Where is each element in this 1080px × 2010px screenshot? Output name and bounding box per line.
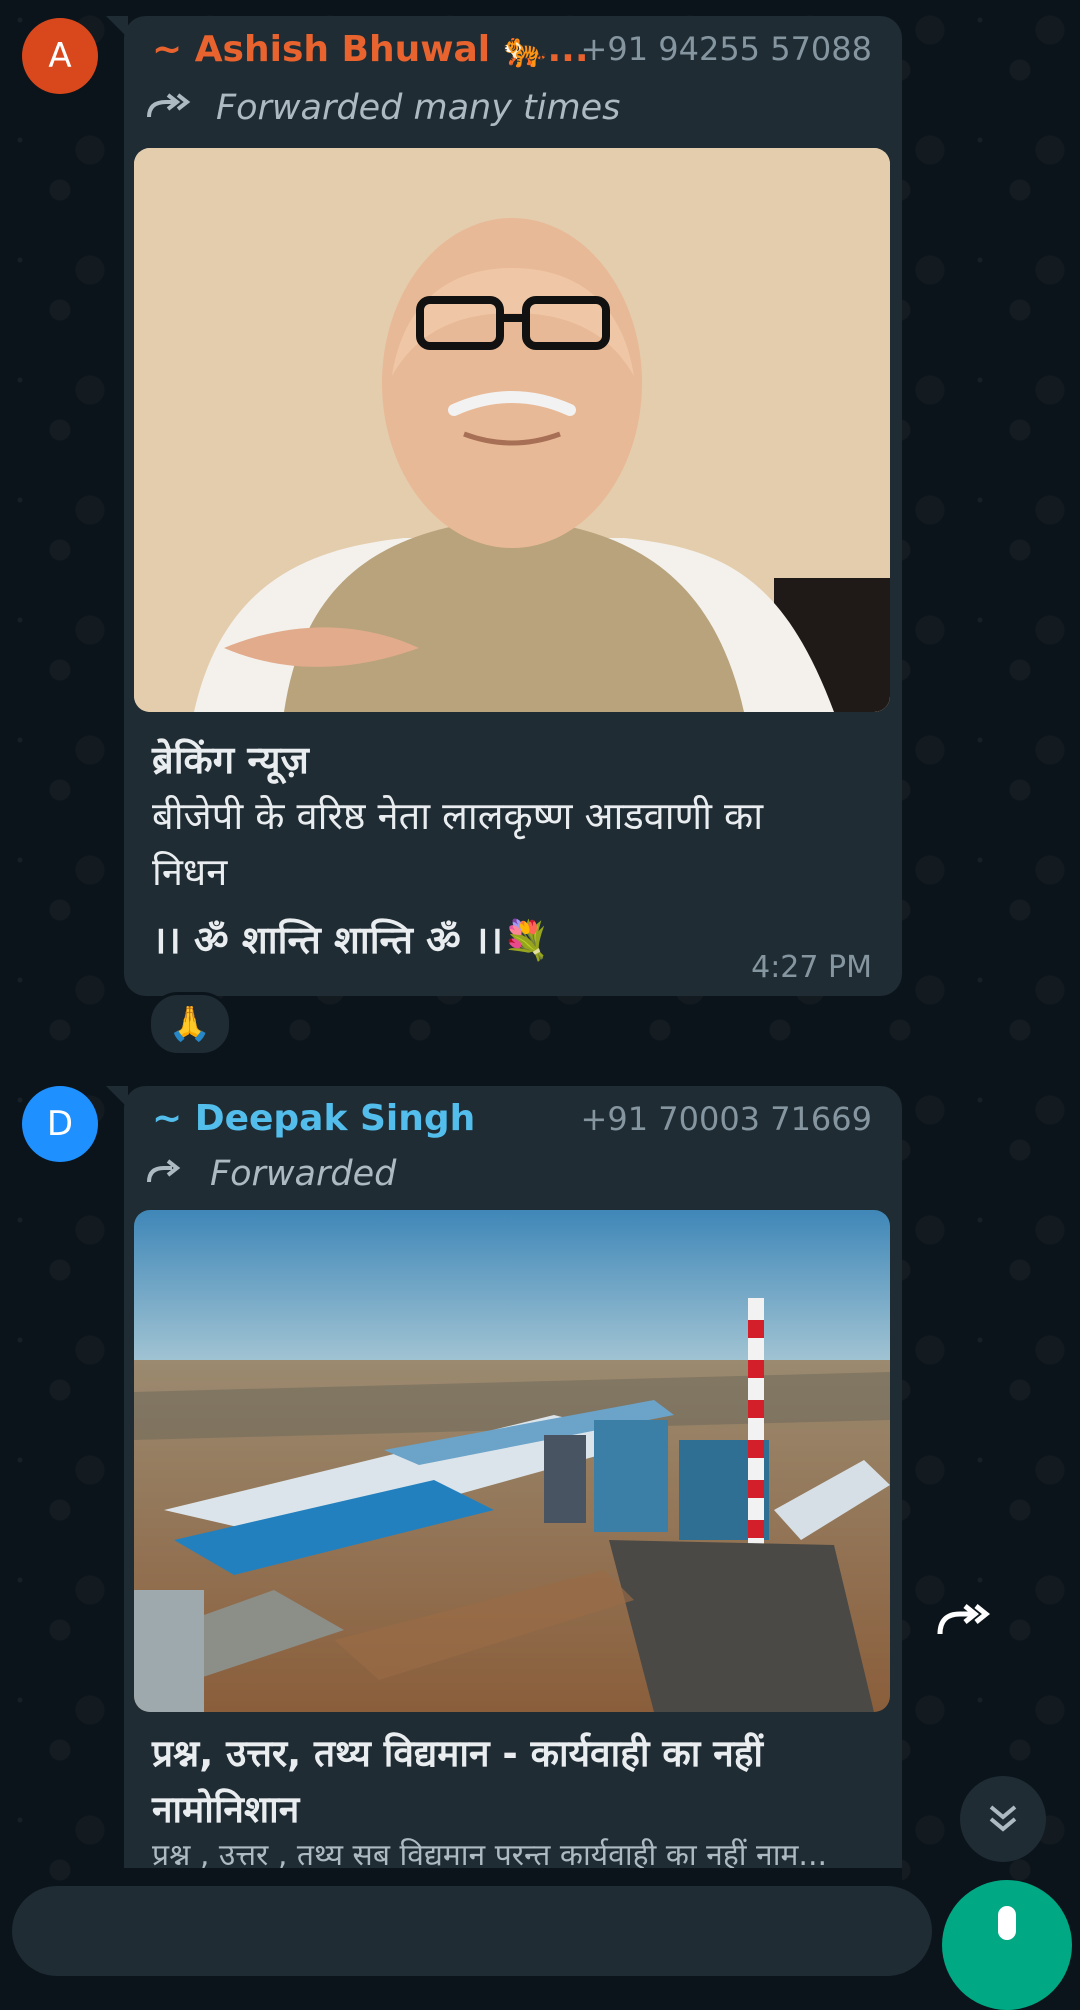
forward-button[interactable] [930, 1586, 1000, 1656]
portrait-photo [134, 148, 890, 712]
forward-icon [937, 1604, 991, 1635]
forwarded-label: Forwarded many times [216, 88, 621, 128]
message-caption: ब्रेकिंग न्यूज़ बीजेपी के वरिष्ठ नेता ला… [152, 732, 872, 968]
caption-line-2: निधन [152, 850, 228, 894]
industrial-plant-image[interactable] [134, 1210, 890, 1712]
double-chevron-down-icon [989, 1805, 1017, 1832]
sender-phone: +91 70003 71669 [580, 1100, 872, 1138]
avatar-letter: A [48, 36, 72, 76]
microphone-button[interactable] [942, 1880, 1072, 2010]
sender-name[interactable]: ~ Ashish Bhuwal 🐅... [152, 28, 589, 70]
reaction-badge[interactable]: 🙏 [148, 992, 232, 1056]
forward-arrow-icon [147, 1159, 181, 1183]
preview-title-line-1: प्रश्न, उत्तर, तथ्य विद्यमान - कार्यवाही… [152, 1732, 763, 1775]
forwarded-label: Forwarded [210, 1154, 397, 1194]
forwarded-indicator: Forwarded [146, 1154, 396, 1194]
link-preview-title: प्रश्न, उत्तर, तथ्य विद्यमान - कार्यवाही… [152, 1726, 872, 1838]
preview-title-line-2: नामोनिशान [152, 1788, 300, 1831]
message-composer[interactable] [12, 1886, 932, 1976]
reaction-emoji: 🙏 [168, 1004, 212, 1044]
portrait-image[interactable] [134, 148, 890, 712]
sender-avatar-deepak[interactable]: D [22, 1086, 98, 1162]
double-forward-arrow-icon [147, 93, 191, 118]
microphone-icon [998, 1906, 1016, 1940]
sender-phone: +91 94255 57088 [580, 30, 872, 68]
message-bubble[interactable]: ~ Deepak Singh +91 70003 71669 Forwarded [106, 1086, 902, 1873]
industrial-plant-aerial-photo [134, 1210, 890, 1712]
bottom-edge-mask [124, 1868, 902, 1886]
message-bubble[interactable]: ~ Ashish Bhuwal 🐅... +91 94255 57088 For… [106, 16, 902, 996]
caption-line-1: बीजेपी के वरिष्ठ नेता लालकृष्ण आडवाणी का [152, 794, 764, 838]
avatar-letter: D [46, 1104, 74, 1144]
scroll-to-bottom-button[interactable] [960, 1776, 1046, 1862]
forwarded-indicator: Forwarded many times [146, 88, 620, 128]
sender-avatar-ashish[interactable]: A [22, 18, 98, 94]
sender-name[interactable]: ~ Deepak Singh [152, 1098, 475, 1139]
caption-title: ब्रेकिंग न्यूज़ [152, 738, 309, 782]
message-time: 4:27 PM [751, 950, 872, 985]
